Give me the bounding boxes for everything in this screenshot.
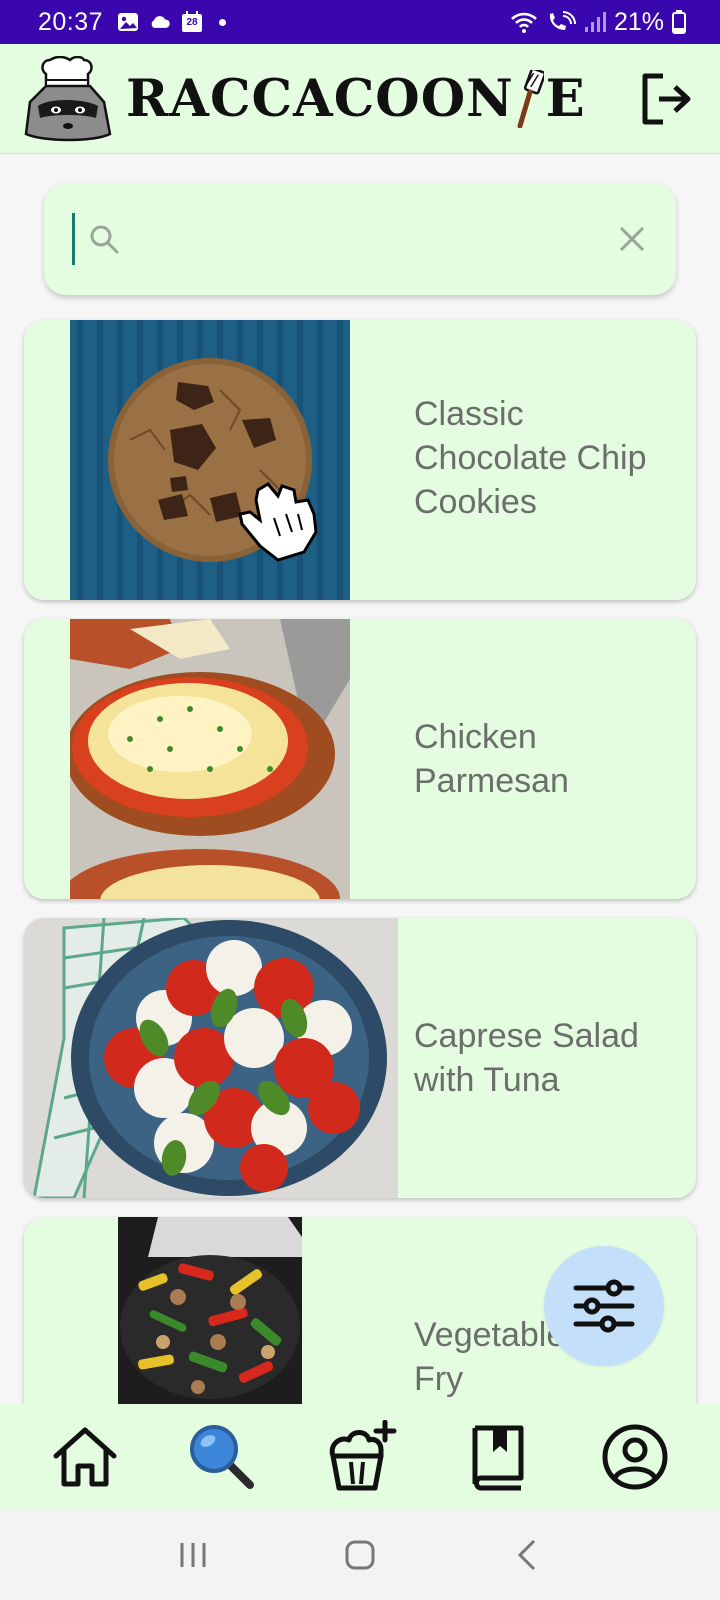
recipe-title: Classic Chocolate Chip Cookies xyxy=(414,395,647,521)
back-icon xyxy=(517,1539,535,1571)
home-button-icon xyxy=(345,1540,375,1570)
nav-search[interactable] xyxy=(182,1417,262,1497)
home-icon xyxy=(53,1427,117,1487)
spatula-icon xyxy=(517,69,544,128)
cupcake-plus-icon xyxy=(329,1420,397,1491)
app-brand: RACCACOON E xyxy=(126,69,586,129)
filter-button[interactable] xyxy=(544,1246,664,1366)
recipe-card[interactable]: Classic Chocolate Chip Cookies xyxy=(24,320,696,600)
nav-add-recipe[interactable] xyxy=(320,1417,400,1497)
nav-cookbook[interactable] xyxy=(458,1417,538,1497)
brand-text-start: RACCACOON xyxy=(126,68,514,129)
book-icon xyxy=(472,1425,524,1491)
text-cursor xyxy=(72,213,75,265)
recent-apps-button[interactable] xyxy=(163,1525,223,1585)
recipe-card[interactable]: Caprese Salad with Tuna xyxy=(24,918,696,1198)
back-button[interactable] xyxy=(497,1525,557,1585)
brand-text-end: E xyxy=(545,68,586,129)
stir-fry-photo xyxy=(118,1217,302,1404)
magnifier-icon xyxy=(190,1425,255,1489)
nav-profile[interactable] xyxy=(595,1417,675,1497)
user-circle-icon xyxy=(602,1424,668,1490)
close-icon xyxy=(619,226,645,252)
nav-home[interactable] xyxy=(45,1417,125,1497)
filter-sliders-icon xyxy=(573,1279,635,1333)
system-home-button[interactable] xyxy=(330,1525,390,1585)
recent-apps-icon xyxy=(180,1543,206,1567)
logout-icon xyxy=(642,73,691,124)
recipe-title: Caprese Salad with Tuna xyxy=(414,1017,639,1099)
recipe-title: Chicken Parmesan xyxy=(414,718,569,800)
clear-search-button[interactable] xyxy=(614,221,650,257)
logout-button[interactable] xyxy=(636,69,696,129)
bottom-navigation xyxy=(0,1404,720,1510)
cookie-photo xyxy=(70,320,350,600)
raccoon-chef-logo xyxy=(24,55,112,141)
caprese-salad-photo xyxy=(24,918,398,1198)
app-header: RACCACOON E xyxy=(0,44,720,154)
system-navigation xyxy=(0,1510,720,1600)
search-icon xyxy=(90,225,119,254)
search-bar[interactable] xyxy=(44,183,676,295)
chicken-parmesan-photo xyxy=(70,619,350,899)
search-input[interactable] xyxy=(133,223,614,255)
recipe-card[interactable]: Chicken Parmesan xyxy=(24,619,696,899)
